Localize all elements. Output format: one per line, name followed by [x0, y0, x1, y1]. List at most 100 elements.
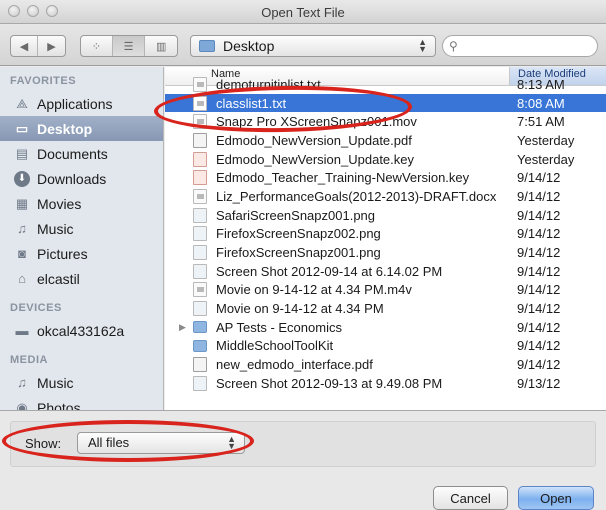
file-name-cell: Movie on 9-14-12 at 4.34 PM: [165, 301, 509, 317]
sidebar-item-movies[interactable]: ▦ Movies: [0, 191, 163, 216]
folder-row[interactable]: MiddleSchoolToolKit 9/14/12: [165, 337, 606, 356]
file-row[interactable]: Edmodo_NewVersion_Update.key Yesterday: [165, 150, 606, 169]
music-icon: ♫: [17, 221, 27, 236]
file-name-cell: Screen Shot 2012-09-14 at 6.14.02 PM: [165, 263, 509, 279]
sidebar-item-desktop[interactable]: ▭ Desktop: [0, 116, 163, 141]
sidebar-item-pictures[interactable]: ◙ Pictures: [0, 241, 163, 266]
sidebar-item-label: elcastil: [37, 270, 80, 287]
file-name-cell: demoturnitinlist.txt: [165, 76, 509, 92]
file-row[interactable]: SafariScreenSnapz001.png 9/14/12: [165, 206, 606, 225]
file-row[interactable]: Movie on 9-14-12 at 4.34 PM.m4v 9/14/12: [165, 281, 606, 300]
file-date: 9/14/12: [517, 188, 561, 204]
key-file-icon: [193, 170, 207, 186]
img-file-icon: [193, 301, 207, 317]
search-field[interactable]: ⚲: [442, 35, 598, 57]
file-row[interactable]: FirefoxScreenSnapz001.png 9/14/12: [165, 243, 606, 262]
file-date: 9/14/12: [517, 319, 561, 335]
back-arrow-icon: ◀: [19, 40, 29, 53]
file-date: Yesterday: [517, 132, 575, 148]
sidebar-item-label: Music: [37, 374, 74, 391]
doc-file-icon: [193, 76, 207, 92]
sidebar-heading-devices: DEVICES: [10, 302, 62, 314]
sidebar-item-label: Movies: [37, 195, 82, 212]
file-name-cell: Edmodo_NewVersion_Update.pdf: [165, 132, 509, 148]
title-bar: Open Text File: [0, 0, 606, 24]
sidebar-item-documents[interactable]: ▤ Documents: [0, 141, 163, 166]
file-row[interactable]: classlist1.txt 8:08 AM: [165, 93, 606, 113]
back-forward-group: ◀ ▶: [10, 35, 66, 57]
sidebar-item-photos[interactable]: ◉ Photos: [0, 395, 163, 411]
file-name-cell: Liz_PerformanceGoals(2012-2013)-DRAFT.do…: [165, 188, 509, 204]
file-date: 9/14/12: [517, 263, 561, 279]
file-row[interactable]: new_edmodo_interface.pdf 9/14/12: [165, 355, 606, 374]
file-row[interactable]: Edmodo_NewVersion_Update.pdf Yesterday: [165, 131, 606, 150]
sidebar-item-music[interactable]: ♫ Music: [0, 216, 163, 241]
file-row[interactable]: FirefoxScreenSnapz002.png 9/14/12: [165, 225, 606, 244]
file-name-cell: classlist1.txt: [165, 95, 509, 111]
window-title: Open Text File: [261, 5, 345, 20]
file-name: Screen Shot 2012-09-14 at 6.14.02 PM: [216, 263, 443, 279]
music-icon: ♫: [17, 375, 27, 390]
file-row[interactable]: Screen Shot 2012-09-13 at 9.49.08 PM 9/13…: [165, 374, 606, 393]
file-date: 9/14/12: [517, 357, 561, 373]
file-list[interactable]: Name Date Modified demoturnitinlist.txt 8…: [165, 67, 606, 410]
sidebar-item-media-music[interactable]: ♫ Music: [0, 370, 163, 395]
sidebar-item-downloads[interactable]: ⬇ Downloads: [0, 166, 163, 191]
list-view-button[interactable]: ☰: [112, 36, 146, 56]
file-name: Snapz Pro XScreenSnapz001.mov: [216, 114, 417, 130]
folder-icon: [199, 40, 215, 52]
file-name: Edmodo_NewVersion_Update.pdf: [216, 132, 412, 148]
file-rows: demoturnitinlist.txt 8:13 AM classlist1.tx…: [165, 75, 606, 393]
downloads-icon: ⬇: [14, 170, 30, 187]
sidebar-item-label: Photos: [37, 399, 81, 411]
desktop-icon: ▭: [15, 120, 29, 136]
file-name: Edmodo_Teacher_Training-NewVersion.key: [216, 170, 470, 186]
sidebar-item-elcastil[interactable]: ⌂ elcastil: [0, 266, 163, 291]
doc-file-icon: [193, 95, 207, 111]
pictures-icon: ◙: [18, 246, 26, 261]
toolbar: ◀ ▶ ⁘ ☰ ▥ Desktop ▲ ▼ ⚲: [0, 24, 606, 66]
back-button[interactable]: ◀: [11, 36, 38, 56]
forward-button[interactable]: ▶: [38, 36, 65, 56]
file-name: FirefoxScreenSnapz002.png: [216, 226, 381, 242]
icon-view-button[interactable]: ⁘: [81, 36, 113, 56]
file-name-cell: Movie on 9-14-12 at 4.34 PM.m4v: [165, 282, 509, 298]
file-date: 8:08 AM: [517, 95, 565, 111]
column-view-button[interactable]: ▥: [145, 36, 177, 56]
sidebar-item-label: Music: [37, 220, 74, 237]
folder-file-icon: [193, 339, 207, 352]
list-view-icon: ☰: [123, 40, 134, 53]
sidebar-heading-media: MEDIA: [10, 354, 48, 366]
img-file-icon: [193, 263, 207, 279]
file-row[interactable]: Screen Shot 2012-09-14 at 6.14.02 PM 9/14…: [165, 262, 606, 281]
file-row[interactable]: Liz_PerformanceGoals(2012-2013)-DRAFT.do…: [165, 187, 606, 206]
folder-row[interactable]: ▶ AP Tests - Economics 9/14/12: [165, 318, 606, 337]
file-name: FirefoxScreenSnapz001.png: [216, 245, 381, 261]
img-file-icon: [193, 375, 207, 391]
file-name-cell: Edmodo_NewVersion_Update.key: [165, 151, 509, 167]
location-popup[interactable]: Desktop ▲ ▼: [190, 35, 436, 57]
sidebar-item-okcal433162a[interactable]: ▬ okcal433162a: [0, 318, 163, 343]
doc-file-icon: [193, 282, 207, 298]
sidebar-item-applications[interactable]: ⟁ Applications: [0, 91, 163, 116]
home-icon: ⌂: [18, 271, 26, 286]
sidebar-item-label: okcal433162a: [37, 322, 125, 339]
file-name: SafariScreenSnapz001.png: [216, 207, 376, 223]
file-date: 9/14/12: [517, 338, 561, 354]
sidebar: FAVORITES ⟁ Applications ▭ Desktop ▤ Doc…: [0, 67, 164, 410]
open-button[interactable]: Open: [518, 486, 594, 510]
show-file-type-popup[interactable]: All files ▲ ▼: [77, 432, 245, 454]
file-row[interactable]: demoturnitinlist.txt 8:13 AM: [165, 75, 606, 94]
location-label: Desktop: [223, 38, 275, 54]
icon-view-icon: ⁘: [91, 40, 101, 53]
file-row[interactable]: Snapz Pro XScreenSnapz001.mov 7:51 AM: [165, 112, 606, 131]
sidebar-item-label: Downloads: [37, 170, 107, 187]
camera-icon: ◉: [16, 399, 28, 411]
file-row[interactable]: Edmodo_Teacher_Training-NewVersion.key 9/…: [165, 168, 606, 187]
file-row[interactable]: Movie on 9-14-12 at 4.34 PM 9/14/12: [165, 299, 606, 318]
sidebar-item-label: Desktop: [37, 120, 93, 137]
file-name-cell: Snapz Pro XScreenSnapz001.mov: [165, 114, 509, 130]
cancel-button[interactable]: Cancel: [433, 486, 508, 510]
file-name-cell: FirefoxScreenSnapz001.png: [165, 245, 509, 261]
disclosure-triangle-icon[interactable]: ▶: [179, 322, 193, 333]
